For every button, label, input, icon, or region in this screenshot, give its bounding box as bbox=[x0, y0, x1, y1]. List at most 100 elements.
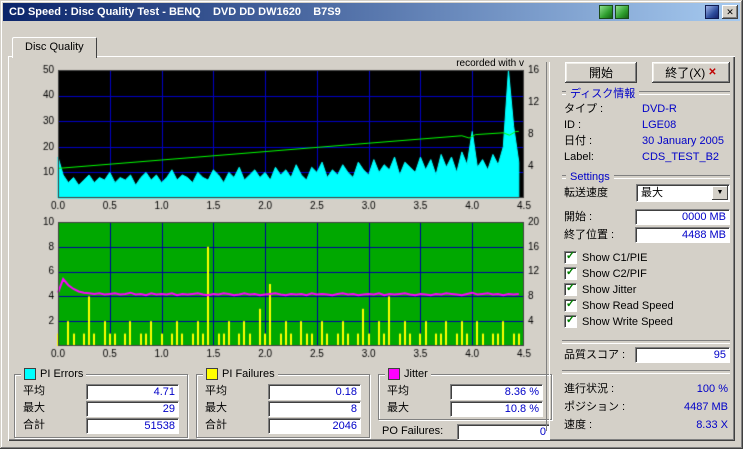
titlebar-disc-icon-1[interactable] bbox=[599, 5, 613, 19]
stat-value: 4.71 bbox=[86, 384, 179, 400]
settings-title: Settings bbox=[570, 170, 610, 183]
tab-disc-quality[interactable]: Disc Quality bbox=[12, 37, 97, 58]
checkbox-label: Show C2/PIF bbox=[582, 267, 647, 280]
stat-row: 合計 51538 bbox=[23, 418, 179, 434]
pi-failures-jitter-chart bbox=[10, 214, 554, 364]
stat-label: 合計 bbox=[205, 419, 227, 431]
stat-value: 29 bbox=[86, 401, 179, 417]
checkbox-show-c2-pif[interactable]: ✓ Show C2/PIF bbox=[564, 266, 732, 281]
checkbox-label: Show Write Speed bbox=[582, 315, 673, 328]
pi-errors-legend: PI Errors bbox=[21, 368, 87, 380]
checkbox-show-read-speed[interactable]: ✓ Show Read Speed bbox=[564, 298, 732, 313]
start-position-field[interactable]: 0000 MB bbox=[635, 209, 730, 225]
chevron-down-icon: ▼ bbox=[716, 189, 724, 196]
close-button[interactable]: ✕ bbox=[722, 5, 738, 19]
tab-page: recorded with v PI Errors 平均 4.71 最大 29 bbox=[8, 56, 735, 441]
stat-row: 平均 0.18 bbox=[205, 384, 361, 400]
progress-value: 100 % bbox=[696, 383, 728, 395]
po-failures-label: PO Failures: bbox=[382, 425, 444, 437]
transfer-speed-label: 転送速度 bbox=[564, 187, 608, 199]
jitter-legend: Jitter bbox=[385, 368, 431, 380]
jitter-swatch-icon bbox=[388, 368, 400, 380]
checkbox-box[interactable]: ✓ bbox=[564, 283, 577, 296]
checkbox-show-jitter[interactable]: ✓ Show Jitter bbox=[564, 282, 732, 297]
window-title: CD Speed : Disc Quality Test - BENQ DVD … bbox=[9, 6, 341, 18]
exit-button-label: 終了(X) bbox=[665, 65, 706, 80]
stat-value: 2046 bbox=[268, 418, 361, 434]
titlebar[interactable]: CD Speed : Disc Quality Test - BENQ DVD … bbox=[3, 3, 740, 21]
pi-errors-stats-box: PI Errors 平均 4.71 最大 29 合計 51538 bbox=[14, 368, 188, 438]
check-mark-icon: ✓ bbox=[565, 250, 576, 262]
stat-row: 平均 8.36 % bbox=[387, 384, 543, 400]
disc-id-label: ID : bbox=[564, 119, 582, 131]
disc-type-value: DVD-R bbox=[642, 103, 677, 115]
stat-row: 最大 29 bbox=[23, 401, 179, 417]
titlebar-disc-icon-2[interactable] bbox=[615, 5, 629, 19]
transfer-speed-row: 転送速度 最大 ▼ bbox=[564, 184, 730, 202]
header-rule bbox=[639, 90, 730, 95]
app-window: CD Speed : Disc Quality Test - BENQ DVD … bbox=[0, 0, 743, 449]
check-mark-icon: ✓ bbox=[565, 282, 576, 294]
checkbox-show-write-speed[interactable]: ✓ Show Write Speed bbox=[564, 314, 732, 329]
exit-icon: ✕ bbox=[708, 66, 717, 78]
disc-info-row-date: 日付 : 30 January 2005 bbox=[564, 134, 730, 150]
stat-value: 0.18 bbox=[268, 384, 361, 400]
header-rule bbox=[562, 174, 566, 179]
legend-title: PI Errors bbox=[40, 368, 84, 380]
separator bbox=[562, 370, 730, 374]
transfer-speed-select[interactable]: 最大 ▼ bbox=[636, 184, 730, 202]
header-rule bbox=[613, 174, 730, 179]
stat-label: 最大 bbox=[387, 402, 409, 414]
start-button-label: 開始 bbox=[588, 65, 613, 80]
titlebar-app-icon[interactable] bbox=[705, 5, 719, 19]
pi-errors-speed-chart bbox=[10, 64, 554, 214]
checkbox-box[interactable]: ✓ bbox=[564, 299, 577, 312]
checkbox-box[interactable]: ✓ bbox=[564, 251, 577, 264]
header-rule bbox=[562, 90, 566, 95]
disc-info-row-type: タイプ : DVD-R bbox=[564, 102, 730, 118]
stat-value: 8.36 % bbox=[450, 384, 543, 400]
vertical-divider bbox=[546, 62, 550, 431]
exit-button[interactable]: 終了(X) ✕ bbox=[652, 62, 730, 83]
disc-info-header: ディスク情報 bbox=[562, 86, 730, 100]
separator bbox=[562, 340, 730, 344]
pi-failures-swatch-icon bbox=[206, 368, 218, 380]
po-failures-value: 0 bbox=[457, 424, 550, 440]
end-position-field[interactable]: 4488 MB bbox=[635, 227, 730, 243]
disc-type-label: タイプ : bbox=[564, 103, 604, 115]
disc-id-value: LGE08 bbox=[642, 119, 677, 131]
dropdown-button[interactable]: ▼ bbox=[712, 186, 728, 200]
stat-row: 平均 4.71 bbox=[23, 384, 179, 400]
disc-date-label: 日付 : bbox=[564, 135, 593, 147]
statistics-area: PI Errors 平均 4.71 最大 29 合計 51538 PI Fail… bbox=[12, 368, 556, 440]
stat-row: 最大 8 bbox=[205, 401, 361, 417]
disc-info-row-id: ID : LGE08 bbox=[564, 118, 730, 134]
quality-score-label: 品質スコア : bbox=[564, 349, 626, 361]
speed-value: 8.33 X bbox=[696, 419, 728, 431]
checkbox-label: Show C1/PIE bbox=[582, 251, 648, 264]
stat-row: 合計 2046 bbox=[205, 418, 361, 434]
speed-label: 速度 : bbox=[564, 419, 593, 431]
stat-label: 最大 bbox=[205, 402, 227, 414]
stat-label: 平均 bbox=[23, 385, 45, 397]
position-row: ポジション : 4487 MB bbox=[564, 400, 730, 416]
checkbox-box[interactable]: ✓ bbox=[564, 315, 577, 328]
legend-title: Jitter bbox=[404, 368, 428, 380]
legend-title: PI Failures bbox=[222, 368, 275, 380]
end-position-label: 終了位置 : bbox=[564, 229, 615, 241]
pi-failures-stats-box: PI Failures 平均 0.18 最大 8 合計 2046 bbox=[196, 368, 370, 438]
speed-row: 速度 : 8.33 X bbox=[564, 418, 730, 434]
stat-value: 8 bbox=[268, 401, 361, 417]
control-panel: 開始 終了(X) ✕ ディスク情報 タイプ : DVD-R ID : LGE08… bbox=[556, 58, 734, 438]
close-icon: ✕ bbox=[726, 7, 734, 17]
start-button[interactable]: 開始 bbox=[565, 62, 637, 83]
transfer-speed-value: 最大 bbox=[641, 187, 663, 199]
pi-failures-legend: PI Failures bbox=[203, 368, 278, 380]
start-position-label: 開始 : bbox=[564, 211, 593, 223]
progress-label: 進行状況 : bbox=[564, 383, 615, 395]
checkbox-show-c1-pie[interactable]: ✓ Show C1/PIE bbox=[564, 250, 732, 265]
progress-row: 進行状況 : 100 % bbox=[564, 382, 730, 398]
quality-score-value: 95 bbox=[635, 347, 730, 363]
start-position-row: 開始 : 0000 MB bbox=[564, 209, 730, 226]
checkbox-box[interactable]: ✓ bbox=[564, 267, 577, 280]
